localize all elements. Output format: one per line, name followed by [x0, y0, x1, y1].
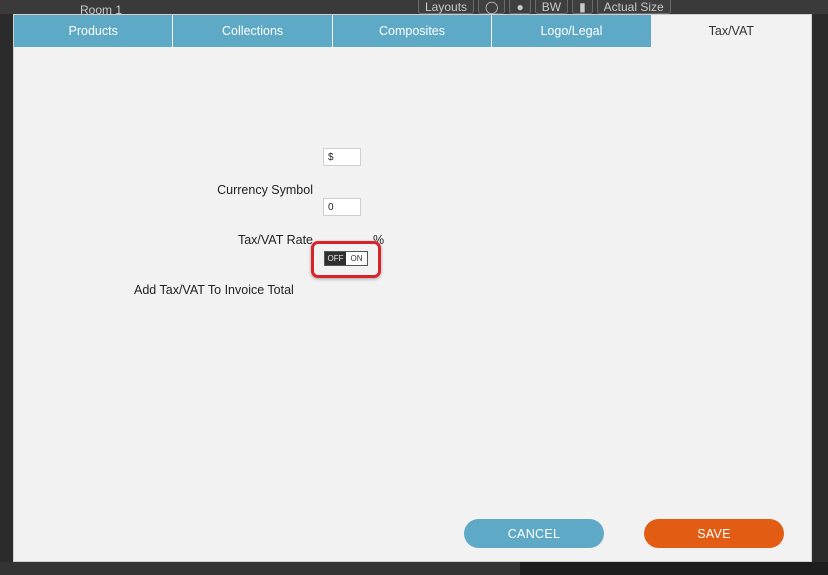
- background-bottom-right: [520, 562, 828, 575]
- tax-rate-input[interactable]: [323, 198, 361, 216]
- tab-logo-legal[interactable]: Logo/Legal: [492, 15, 652, 47]
- cancel-button[interactable]: CANCEL: [464, 519, 604, 548]
- tab-products[interactable]: Products: [14, 15, 174, 47]
- add-tax-toggle[interactable]: OFF ON: [324, 251, 368, 266]
- dot-icon[interactable]: ●: [509, 0, 531, 14]
- tab-composites[interactable]: Composites: [332, 15, 493, 47]
- circle-icon[interactable]: ◯: [478, 0, 506, 14]
- toggle-on-label: ON: [350, 254, 363, 263]
- save-button[interactable]: SAVE: [644, 519, 784, 548]
- currency-symbol-label: Currency Symbol: [217, 183, 313, 197]
- tax-rate-label: Tax/VAT Rate: [237, 233, 313, 247]
- actual-size-button[interactable]: Actual Size: [596, 0, 671, 14]
- tab-collections[interactable]: Collections: [173, 15, 333, 47]
- settings-dialog: Products Collections Composites Logo/Leg…: [13, 14, 812, 562]
- background-toolbar: [0, 0, 828, 14]
- background-tools: Layouts ◯ ● BW ▮ Actual Size: [418, 0, 671, 14]
- tab-tax-vat[interactable]: Tax/VAT: [651, 15, 812, 47]
- frame-icon[interactable]: ▮: [572, 0, 593, 14]
- tab-bar: Products Collections Composites Logo/Leg…: [14, 15, 812, 47]
- background-bottom-left: [0, 562, 520, 575]
- bw-button[interactable]: BW: [534, 0, 569, 14]
- layouts-button[interactable]: Layouts: [418, 0, 475, 14]
- currency-symbol-input[interactable]: [323, 148, 361, 166]
- toggle-off-label: OFF: [325, 252, 346, 265]
- add-tax-label: Add Tax/VAT To Invoice Total: [134, 283, 294, 297]
